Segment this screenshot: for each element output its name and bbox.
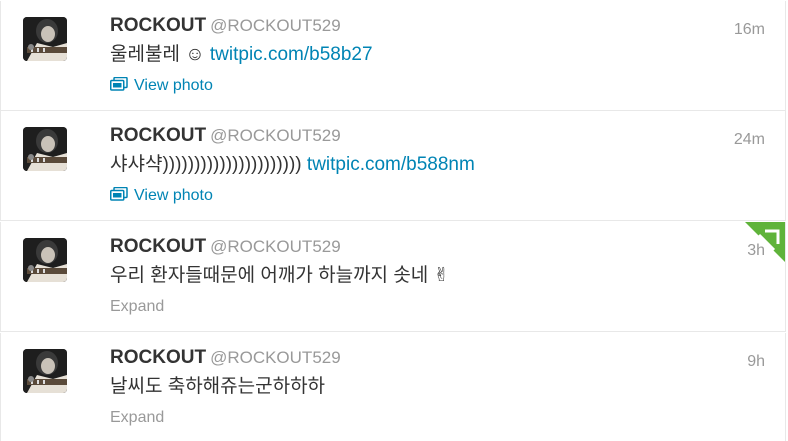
author-name[interactable]: ROCKOUT	[110, 347, 206, 368]
avatar[interactable]	[23, 17, 67, 61]
tweet-item[interactable]: ROCKOUT @ROCKOUT529 24m 샤샤샥))))))))))))))…	[0, 111, 786, 221]
author-name[interactable]: ROCKOUT	[110, 15, 206, 36]
tweet-text-body: 울레불레 ☺	[110, 44, 210, 65]
avatar[interactable]	[23, 349, 67, 393]
author-handle[interactable]: @ROCKOUT529	[210, 126, 341, 145]
tweet-item[interactable]: ROCKOUT @ROCKOUT529 16m 울레불레 ☺ twitpic.co…	[0, 1, 786, 111]
photo-icon	[110, 186, 128, 201]
view-photo-button[interactable]: View photo	[110, 185, 213, 207]
tweet-text-body: 샤샤샥))))))))))))))))))))))	[110, 154, 307, 175]
view-photo-button[interactable]: View photo	[110, 75, 213, 97]
tweet-text: 울레불레 ☺ twitpic.com/b58b27	[110, 42, 373, 68]
tweet-text: 우리 환자들때문에 어깨가 하늘까지 솟네 ✌	[110, 263, 449, 289]
tweet-timeline: ROCKOUT @ROCKOUT529 16m 울레불레 ☺ twitpic.co…	[0, 0, 788, 441]
tweet-link[interactable]: twitpic.com/b58b27	[210, 44, 373, 65]
expand-button[interactable]: Expand	[110, 407, 164, 429]
tweet-item[interactable]: ROCKOUT @ROCKOUT529 3h 우리 환자들때문에 어깨가 하늘까지…	[0, 222, 786, 332]
author-handle[interactable]: @ROCKOUT529	[210, 16, 341, 35]
author-handle[interactable]: @ROCKOUT529	[210, 348, 341, 367]
avatar[interactable]	[23, 127, 67, 171]
author-name[interactable]: ROCKOUT	[110, 236, 206, 257]
tweet-text-body: 날씨도 축하해쥬는군하하하	[110, 376, 326, 397]
tweet-time[interactable]: 16m	[734, 19, 765, 41]
author-name[interactable]: ROCKOUT	[110, 125, 206, 146]
view-photo-label: View photo	[134, 187, 213, 204]
tweet-text: 날씨도 축하해쥬는군하하하	[110, 374, 325, 400]
tweet-time[interactable]: 3h	[747, 240, 765, 262]
tweet-text: 샤샤샥)))))))))))))))))))))) twitpic.com/b5…	[110, 152, 475, 178]
expand-button[interactable]: Expand	[110, 296, 164, 318]
tweet-text-body: 우리 환자들때문에 어깨가 하늘까지 솟네 ✌	[110, 265, 450, 286]
view-photo-label: View photo	[134, 77, 213, 94]
avatar[interactable]	[23, 238, 67, 282]
tweet-time[interactable]: 9h	[747, 351, 765, 373]
tweet-link[interactable]: twitpic.com/b588nm	[307, 154, 475, 175]
author-handle[interactable]: @ROCKOUT529	[210, 237, 341, 256]
tweet-item[interactable]: ROCKOUT @ROCKOUT529 9h 날씨도 축하해쥬는군하하하 Expa…	[0, 333, 786, 441]
photo-icon	[110, 76, 128, 91]
tweet-time[interactable]: 24m	[734, 129, 765, 151]
